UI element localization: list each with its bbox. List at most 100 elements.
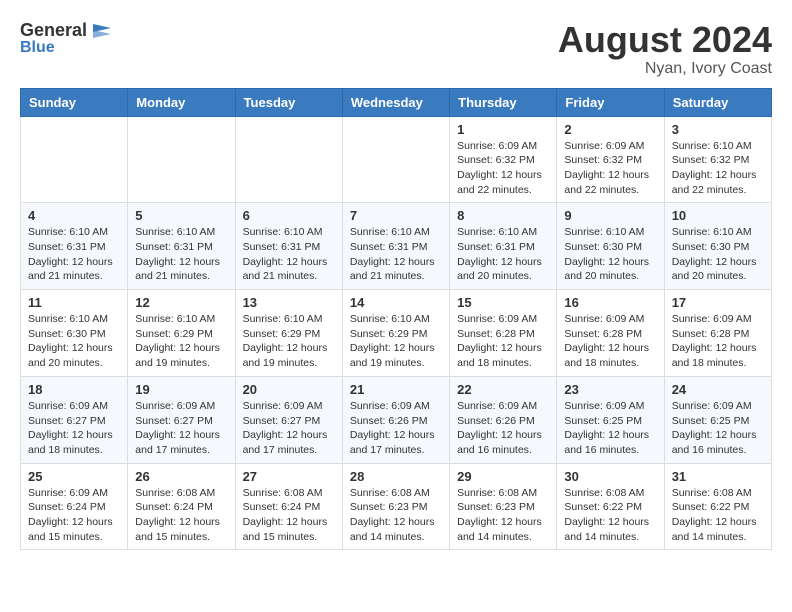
- day-number: 22: [457, 382, 549, 397]
- calendar-week-row: 18 Sunrise: 6:09 AM Sunset: 6:27 PM Dayli…: [21, 376, 772, 463]
- day-number: 24: [672, 382, 764, 397]
- calendar-day-cell: 13 Sunrise: 6:10 AM Sunset: 6:29 PM Dayli…: [235, 290, 342, 377]
- day-info: Sunrise: 6:10 AM Sunset: 6:31 PM Dayligh…: [350, 225, 442, 284]
- day-info: Sunrise: 6:09 AM Sunset: 6:26 PM Dayligh…: [350, 399, 442, 458]
- day-number: 27: [243, 469, 335, 484]
- day-number: 21: [350, 382, 442, 397]
- day-number: 7: [350, 208, 442, 223]
- day-info: Sunrise: 6:09 AM Sunset: 6:28 PM Dayligh…: [457, 312, 549, 371]
- calendar-day-cell: 19Sunrise: 6:09 AM Sunset: 6:27 PM Dayli…: [128, 376, 235, 463]
- day-number: 28: [350, 469, 442, 484]
- calendar-header: General Blue August 2024 Nyan, Ivory Coa…: [20, 20, 772, 78]
- calendar-day-cell: 15 Sunrise: 6:09 AM Sunset: 6:28 PM Dayli…: [450, 290, 557, 377]
- calendar-day-cell: 4 Sunrise: 6:10 AM Sunset: 6:31 PM Daylig…: [21, 203, 128, 290]
- calendar-day-cell: 28 Sunrise: 6:08 AM Sunset: 6:23 PM Dayli…: [342, 463, 449, 550]
- calendar-table: SundayMondayTuesdayWednesdayThursdayFrid…: [20, 88, 772, 551]
- calendar-day-cell: 11 Sunrise: 6:10 AM Sunset: 6:30 PM Dayli…: [21, 290, 128, 377]
- calendar-day-cell: 18 Sunrise: 6:09 AM Sunset: 6:27 PM Dayli…: [21, 376, 128, 463]
- day-info: Sunrise: 6:10 AM Sunset: 6:29 PM Dayligh…: [135, 312, 227, 371]
- day-number: 14: [350, 295, 442, 310]
- calendar-header-row: SundayMondayTuesdayWednesdayThursdayFrid…: [21, 88, 772, 116]
- day-number: 6: [243, 208, 335, 223]
- day-info: Sunrise: 6:09 AM Sunset: 6:25 PM Dayligh…: [672, 399, 764, 458]
- day-number: 3: [672, 122, 764, 137]
- logo-blue-text: Blue: [20, 39, 55, 57]
- day-info: Sunrise: 6:08 AM Sunset: 6:23 PM Dayligh…: [457, 486, 549, 545]
- day-number: 26: [135, 469, 227, 484]
- day-number: 15: [457, 295, 549, 310]
- day-info: Sunrise: 6:09 AM Sunset: 6:27 PM Dayligh…: [28, 399, 120, 458]
- calendar-week-row: 11 Sunrise: 6:10 AM Sunset: 6:30 PM Dayli…: [21, 290, 772, 377]
- day-of-week-header: Monday: [128, 88, 235, 116]
- day-number: 29: [457, 469, 549, 484]
- day-number: 18: [28, 382, 120, 397]
- calendar-day-cell: 9 Sunrise: 6:10 AM Sunset: 6:30 PM Daylig…: [557, 203, 664, 290]
- day-number: 9: [564, 208, 656, 223]
- day-info: Sunrise: 6:09 AM Sunset: 6:32 PM Dayligh…: [457, 139, 549, 198]
- day-number: 8: [457, 208, 549, 223]
- calendar-day-cell: 26 Sunrise: 6:08 AM Sunset: 6:24 PM Dayli…: [128, 463, 235, 550]
- day-of-week-header: Sunday: [21, 88, 128, 116]
- calendar-day-cell: 17 Sunrise: 6:09 AM Sunset: 6:28 PM Dayli…: [664, 290, 771, 377]
- calendar-day-cell: [21, 116, 128, 203]
- calendar-week-row: 25Sunrise: 6:09 AM Sunset: 6:24 PM Dayli…: [21, 463, 772, 550]
- calendar-day-cell: 8 Sunrise: 6:10 AM Sunset: 6:31 PM Daylig…: [450, 203, 557, 290]
- day-number: 16: [564, 295, 656, 310]
- day-info: Sunrise: 6:10 AM Sunset: 6:31 PM Dayligh…: [135, 225, 227, 284]
- calendar-day-cell: 29 Sunrise: 6:08 AM Sunset: 6:23 PM Dayli…: [450, 463, 557, 550]
- calendar-day-cell: 24 Sunrise: 6:09 AM Sunset: 6:25 PM Dayli…: [664, 376, 771, 463]
- logo-general-text: General: [20, 20, 87, 41]
- calendar-day-cell: 21 Sunrise: 6:09 AM Sunset: 6:26 PM Dayli…: [342, 376, 449, 463]
- day-info: Sunrise: 6:09 AM Sunset: 6:26 PM Dayligh…: [457, 399, 549, 458]
- day-info: Sunrise: 6:10 AM Sunset: 6:31 PM Dayligh…: [457, 225, 549, 284]
- day-number: 13: [243, 295, 335, 310]
- day-info: Sunrise: 6:10 AM Sunset: 6:30 PM Dayligh…: [28, 312, 120, 371]
- day-number: 4: [28, 208, 120, 223]
- calendar-day-cell: 25Sunrise: 6:09 AM Sunset: 6:24 PM Dayli…: [21, 463, 128, 550]
- day-info: Sunrise: 6:09 AM Sunset: 6:32 PM Dayligh…: [564, 139, 656, 198]
- day-info: Sunrise: 6:08 AM Sunset: 6:22 PM Dayligh…: [564, 486, 656, 545]
- day-info: Sunrise: 6:09 AM Sunset: 6:25 PM Dayligh…: [564, 399, 656, 458]
- day-info: Sunrise: 6:10 AM Sunset: 6:29 PM Dayligh…: [243, 312, 335, 371]
- calendar-day-cell: 12 Sunrise: 6:10 AM Sunset: 6:29 PM Dayli…: [128, 290, 235, 377]
- day-info: Sunrise: 6:10 AM Sunset: 6:30 PM Dayligh…: [672, 225, 764, 284]
- day-info: Sunrise: 6:10 AM Sunset: 6:31 PM Dayligh…: [28, 225, 120, 284]
- day-of-week-header: Wednesday: [342, 88, 449, 116]
- day-number: 30: [564, 469, 656, 484]
- day-of-week-header: Thursday: [450, 88, 557, 116]
- day-info: Sunrise: 6:10 AM Sunset: 6:30 PM Dayligh…: [564, 225, 656, 284]
- calendar-subtitle: Nyan, Ivory Coast: [558, 60, 772, 78]
- calendar-day-cell: [342, 116, 449, 203]
- calendar-day-cell: 31 Sunrise: 6:08 AM Sunset: 6:22 PM Dayli…: [664, 463, 771, 550]
- calendar-week-row: 1 Sunrise: 6:09 AM Sunset: 6:32 PM Daylig…: [21, 116, 772, 203]
- day-info: Sunrise: 6:09 AM Sunset: 6:27 PM Dayligh…: [135, 399, 227, 458]
- day-info: Sunrise: 6:08 AM Sunset: 6:24 PM Dayligh…: [243, 486, 335, 545]
- day-info: Sunrise: 6:10 AM Sunset: 6:29 PM Dayligh…: [350, 312, 442, 371]
- day-number: 12: [135, 295, 227, 310]
- calendar-title: August 2024: [558, 20, 772, 60]
- calendar-day-cell: 10Sunrise: 6:10 AM Sunset: 6:30 PM Dayli…: [664, 203, 771, 290]
- day-number: 17: [672, 295, 764, 310]
- calendar-day-cell: 30 Sunrise: 6:08 AM Sunset: 6:22 PM Dayli…: [557, 463, 664, 550]
- calendar-day-cell: 16 Sunrise: 6:09 AM Sunset: 6:28 PM Dayli…: [557, 290, 664, 377]
- calendar-day-cell: 14 Sunrise: 6:10 AM Sunset: 6:29 PM Dayli…: [342, 290, 449, 377]
- day-info: Sunrise: 6:10 AM Sunset: 6:31 PM Dayligh…: [243, 225, 335, 284]
- day-number: 1: [457, 122, 549, 137]
- day-info: Sunrise: 6:09 AM Sunset: 6:28 PM Dayligh…: [564, 312, 656, 371]
- day-number: 20: [243, 382, 335, 397]
- day-of-week-header: Saturday: [664, 88, 771, 116]
- calendar-day-cell: 27 Sunrise: 6:08 AM Sunset: 6:24 PM Dayli…: [235, 463, 342, 550]
- day-info: Sunrise: 6:09 AM Sunset: 6:27 PM Dayligh…: [243, 399, 335, 458]
- calendar-day-cell: [128, 116, 235, 203]
- calendar-day-cell: 2Sunrise: 6:09 AM Sunset: 6:32 PM Daylig…: [557, 116, 664, 203]
- day-info: Sunrise: 6:09 AM Sunset: 6:28 PM Dayligh…: [672, 312, 764, 371]
- calendar-day-cell: 20 Sunrise: 6:09 AM Sunset: 6:27 PM Dayli…: [235, 376, 342, 463]
- day-info: Sunrise: 6:08 AM Sunset: 6:22 PM Dayligh…: [672, 486, 764, 545]
- calendar-day-cell: 23Sunrise: 6:09 AM Sunset: 6:25 PM Dayli…: [557, 376, 664, 463]
- day-info: Sunrise: 6:08 AM Sunset: 6:23 PM Dayligh…: [350, 486, 442, 545]
- day-number: 5: [135, 208, 227, 223]
- day-number: 31: [672, 469, 764, 484]
- day-of-week-header: Tuesday: [235, 88, 342, 116]
- day-number: 11: [28, 295, 120, 310]
- day-info: Sunrise: 6:08 AM Sunset: 6:24 PM Dayligh…: [135, 486, 227, 545]
